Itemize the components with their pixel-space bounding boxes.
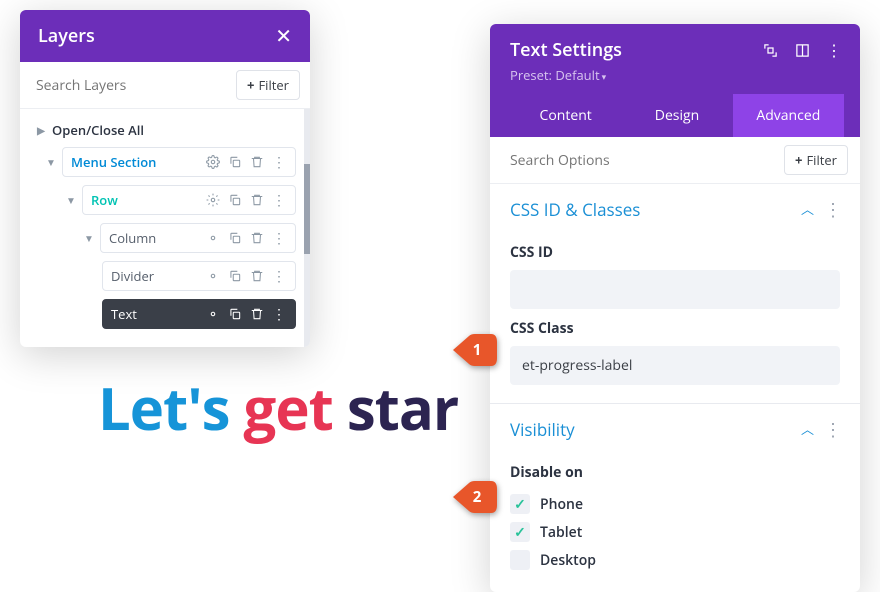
- css-class-input[interactable]: [510, 346, 840, 385]
- settings-tabs: Content Design Advanced: [510, 94, 844, 137]
- disable-desktop-row[interactable]: Desktop: [510, 546, 840, 574]
- layers-title: Layers: [38, 24, 95, 48]
- layout-icon[interactable]: [792, 40, 812, 60]
- css-section: CSS ID & Classes ︿ ⋮ CSS ID CSS Class: [490, 184, 860, 404]
- layers-panel: Layers ✕ + Filter ▶ Open/Close All ▼ Men…: [20, 10, 310, 347]
- chevron-right-icon: ▶: [36, 123, 46, 137]
- options-filter-button[interactable]: + Filter: [784, 145, 848, 175]
- css-id-input[interactable]: [510, 270, 840, 309]
- css-section-toggle[interactable]: CSS ID & Classes ︿ ⋮: [490, 184, 860, 233]
- layer-item-menu-section[interactable]: ▼ Menu Section ⋮: [24, 143, 306, 181]
- layer-item-text[interactable]: Text ⋮: [24, 295, 306, 333]
- trash-icon[interactable]: [249, 230, 265, 246]
- more-icon[interactable]: ⋮: [271, 192, 287, 208]
- chevron-up-icon: ︿: [801, 419, 814, 438]
- chevron-down-icon: ▼: [84, 231, 94, 245]
- callout-1: 1: [451, 334, 497, 366]
- trash-icon[interactable]: [249, 192, 265, 208]
- gear-icon[interactable]: [205, 230, 221, 246]
- tab-advanced[interactable]: Advanced: [733, 94, 844, 137]
- callout-2: 2: [451, 481, 497, 513]
- open-close-all[interactable]: ▶ Open/Close All: [24, 117, 306, 143]
- options-search-row: + Filter: [490, 137, 860, 184]
- search-layers-input[interactable]: [36, 76, 236, 95]
- chevron-down-icon: ▼: [46, 155, 56, 169]
- more-icon[interactable]: ⋮: [824, 421, 842, 439]
- trash-icon[interactable]: [249, 306, 265, 322]
- text-settings-panel: Text Settings ⋮ Preset: Default▾ Content…: [490, 24, 860, 592]
- tab-design[interactable]: Design: [621, 94, 732, 137]
- duplicate-icon[interactable]: [227, 230, 243, 246]
- checkbox-checked-icon[interactable]: ✓: [510, 494, 530, 514]
- layers-tree: ▶ Open/Close All ▼ Menu Section ⋮ ▼ Row: [20, 109, 310, 347]
- more-icon[interactable]: ⋮: [824, 40, 844, 60]
- disable-tablet-row[interactable]: ✓ Tablet: [510, 518, 840, 546]
- checkbox-unchecked-icon[interactable]: [510, 550, 530, 570]
- tab-content[interactable]: Content: [510, 94, 621, 137]
- gear-icon[interactable]: [205, 306, 221, 322]
- chevron-down-icon: ▼: [66, 193, 76, 207]
- duplicate-icon[interactable]: [227, 268, 243, 284]
- more-icon[interactable]: ⋮: [271, 230, 287, 246]
- search-options-input[interactable]: [510, 151, 784, 170]
- css-class-label: CSS Class: [510, 319, 840, 338]
- more-icon[interactable]: ⋮: [271, 268, 287, 284]
- duplicate-icon[interactable]: [227, 306, 243, 322]
- duplicate-icon[interactable]: [227, 192, 243, 208]
- preset-selector[interactable]: Preset: Default▾: [510, 62, 844, 94]
- trash-icon[interactable]: [249, 268, 265, 284]
- layers-filter-button[interactable]: + Filter: [236, 70, 300, 100]
- visibility-section: Visibility ︿ ⋮ Disable on ✓ Phone ✓ Tabl…: [490, 404, 860, 592]
- trash-icon[interactable]: [249, 154, 265, 170]
- layer-item-column[interactable]: ▼ Column ⋮: [24, 219, 306, 257]
- chevron-up-icon: ︿: [801, 199, 814, 218]
- disable-on-label: Disable on: [510, 463, 840, 482]
- gear-icon[interactable]: [205, 268, 221, 284]
- layer-item-row[interactable]: ▼ Row ⋮: [24, 181, 306, 219]
- gear-icon[interactable]: [205, 154, 221, 170]
- more-icon[interactable]: ⋮: [271, 154, 287, 170]
- hero-text: Let's get star: [98, 368, 458, 447]
- settings-title: Text Settings: [510, 38, 748, 62]
- layer-item-divider[interactable]: Divider ⋮: [24, 257, 306, 295]
- filter-label: Filter: [258, 76, 289, 94]
- plus-icon: +: [795, 151, 802, 169]
- visibility-section-toggle[interactable]: Visibility ︿ ⋮: [490, 404, 860, 453]
- layers-header: Layers ✕: [20, 10, 310, 62]
- layers-search-row: + Filter: [20, 62, 310, 109]
- more-icon[interactable]: ⋮: [271, 306, 287, 322]
- settings-header: Text Settings ⋮ Preset: Default▾ Content…: [490, 24, 860, 137]
- caret-down-icon: ▾: [602, 70, 607, 83]
- duplicate-icon[interactable]: [227, 154, 243, 170]
- css-id-label: CSS ID: [510, 243, 840, 262]
- more-icon[interactable]: ⋮: [824, 201, 842, 219]
- expand-icon[interactable]: [760, 40, 780, 60]
- gear-icon[interactable]: [205, 192, 221, 208]
- disable-phone-row[interactable]: ✓ Phone: [510, 490, 840, 518]
- plus-icon: +: [247, 76, 254, 94]
- close-icon[interactable]: ✕: [275, 26, 292, 46]
- checkbox-checked-icon[interactable]: ✓: [510, 522, 530, 542]
